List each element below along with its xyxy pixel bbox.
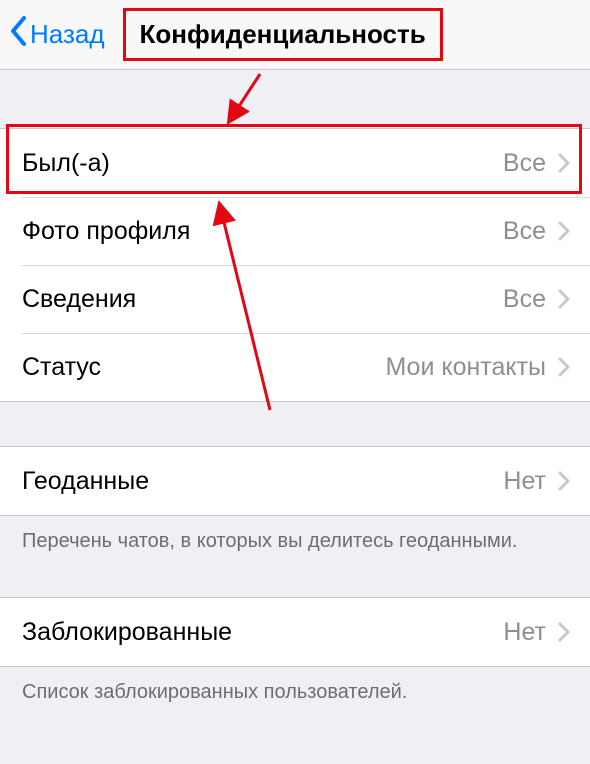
row-live-location[interactable]: Геоданные Нет	[0, 447, 590, 515]
row-about[interactable]: Сведения Все	[0, 265, 590, 333]
row-label: Геоданные	[22, 467, 149, 496]
row-value: Все	[503, 149, 546, 178]
row-label: Заблокированные	[22, 618, 232, 647]
chevron-right-icon	[558, 153, 570, 173]
chevron-right-icon	[558, 622, 570, 642]
back-button[interactable]: Назад	[10, 16, 105, 53]
row-value: Мои контакты	[385, 353, 546, 382]
row-label: Был(-а)	[22, 149, 110, 178]
row-value: Все	[503, 285, 546, 314]
row-value: Все	[503, 217, 546, 246]
group-footer: Перечень чатов, в которых вы делитесь ге…	[0, 516, 590, 553]
settings-group-location: Геоданные Нет	[0, 446, 590, 516]
row-value: Нет	[503, 618, 546, 647]
chevron-right-icon	[558, 357, 570, 377]
back-label: Назад	[30, 19, 105, 50]
chevron-right-icon	[558, 471, 570, 491]
chevron-right-icon	[558, 221, 570, 241]
row-value: Нет	[503, 467, 546, 496]
row-profile-photo[interactable]: Фото профиля Все	[0, 197, 590, 265]
row-label: Сведения	[22, 285, 136, 314]
row-status[interactable]: Статус Мои контакты	[0, 333, 590, 401]
navbar: Назад Конфиденциальность	[0, 0, 590, 70]
title-highlight-box: Конфиденциальность	[123, 8, 443, 61]
row-blocked[interactable]: Заблокированные Нет	[0, 598, 590, 666]
row-label: Статус	[22, 353, 101, 382]
page-title: Конфиденциальность	[140, 19, 426, 50]
settings-group-blocked: Заблокированные Нет	[0, 597, 590, 667]
settings-group-visibility: Был(-а) Все Фото профиля Все Сведения Вс…	[0, 128, 590, 402]
chevron-right-icon	[558, 289, 570, 309]
row-last-seen[interactable]: Был(-а) Все	[0, 129, 590, 197]
row-label: Фото профиля	[22, 217, 190, 246]
chevron-left-icon	[10, 16, 30, 53]
group-footer: Список заблокированных пользователей.	[0, 667, 590, 704]
annotation-arrow-icon	[220, 70, 280, 130]
